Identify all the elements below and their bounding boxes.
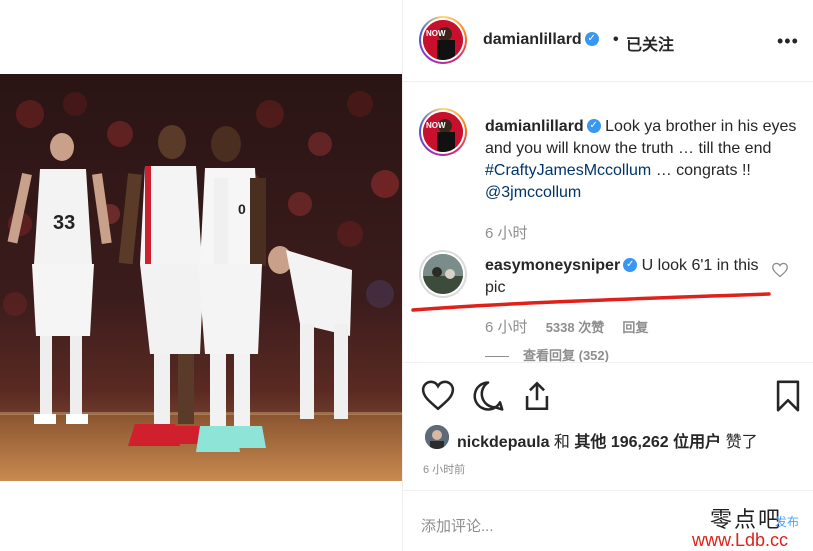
- post-header: NOW damianlillard ✓ • 已关注 •••: [403, 0, 813, 82]
- verified-badge-icon: ✓: [584, 31, 599, 46]
- share-icon[interactable]: [520, 379, 554, 413]
- post-photo[interactable]: 33 0: [0, 74, 402, 481]
- replies-divider: [485, 356, 509, 358]
- post-details-pane: NOW damianlillard ✓ • 已关注 ••• NOW damianl…: [402, 0, 813, 551]
- reply-button[interactable]: 回复: [622, 320, 648, 335]
- basketball-photo: 33 0: [0, 74, 402, 481]
- comment-meta: 6 小时 5338 次赞 回复: [485, 316, 662, 337]
- svg-text:0: 0: [238, 201, 246, 217]
- action-bar: [403, 362, 813, 426]
- comment-icon[interactable]: [471, 379, 505, 413]
- like-comment-heart-icon[interactable]: [771, 262, 789, 278]
- post-timestamp: 6 小时前: [423, 464, 466, 476]
- caption-timestamp: 6 小时: [485, 225, 528, 242]
- comment-likes-count[interactable]: 5338 次赞: [546, 320, 605, 335]
- header-separator: •: [613, 31, 619, 48]
- post-caption: damianlillard ✓ Look ya brother in his ey…: [485, 116, 805, 204]
- commenter-username[interactable]: easymoneysniper: [485, 257, 620, 274]
- verified-badge-icon: ✓: [586, 118, 601, 133]
- liker-avatar[interactable]: [425, 425, 449, 449]
- caption-author-avatar[interactable]: NOW: [419, 108, 467, 156]
- mention-link[interactable]: @3jmccollum: [485, 184, 581, 201]
- red-underline-annotation: [411, 292, 771, 312]
- liker-username[interactable]: nickdepaula: [457, 434, 549, 451]
- author-avatar[interactable]: NOW: [419, 16, 467, 64]
- others-likes-link[interactable]: 其他 196,262 位用户: [574, 434, 721, 451]
- ellipsis-icon[interactable]: •••: [777, 31, 801, 51]
- media-pane: 33 0: [0, 0, 402, 551]
- view-replies-label: 查看回复 (352): [523, 348, 609, 363]
- comment-timestamp: 6 小时: [485, 319, 528, 336]
- heart-icon[interactable]: [421, 379, 455, 413]
- commenter-avatar[interactable]: [419, 250, 467, 298]
- watermark-site: www.Ldb.cc: [692, 530, 789, 550]
- caption-username[interactable]: damianlillard: [485, 118, 584, 135]
- bookmark-icon[interactable]: [771, 379, 805, 413]
- header-username[interactable]: damianlillard ✓: [483, 31, 599, 49]
- svg-text:33: 33: [53, 212, 75, 234]
- follow-status-button[interactable]: 已关注: [626, 31, 674, 55]
- svg-text:NOW: NOW: [426, 29, 446, 38]
- watermark-tag: 发布: [775, 515, 800, 529]
- verified-badge-icon: ✓: [623, 257, 638, 272]
- hashtag-link[interactable]: #CraftyJamesMccollum: [485, 162, 651, 179]
- likes-and: 和: [549, 434, 575, 451]
- svg-text:NOW: NOW: [426, 121, 446, 130]
- add-comment-input[interactable]: 添加评论...: [421, 515, 494, 536]
- caption-text-2: … congrats !!: [651, 162, 751, 179]
- likes-suffix: 赞了: [721, 434, 758, 451]
